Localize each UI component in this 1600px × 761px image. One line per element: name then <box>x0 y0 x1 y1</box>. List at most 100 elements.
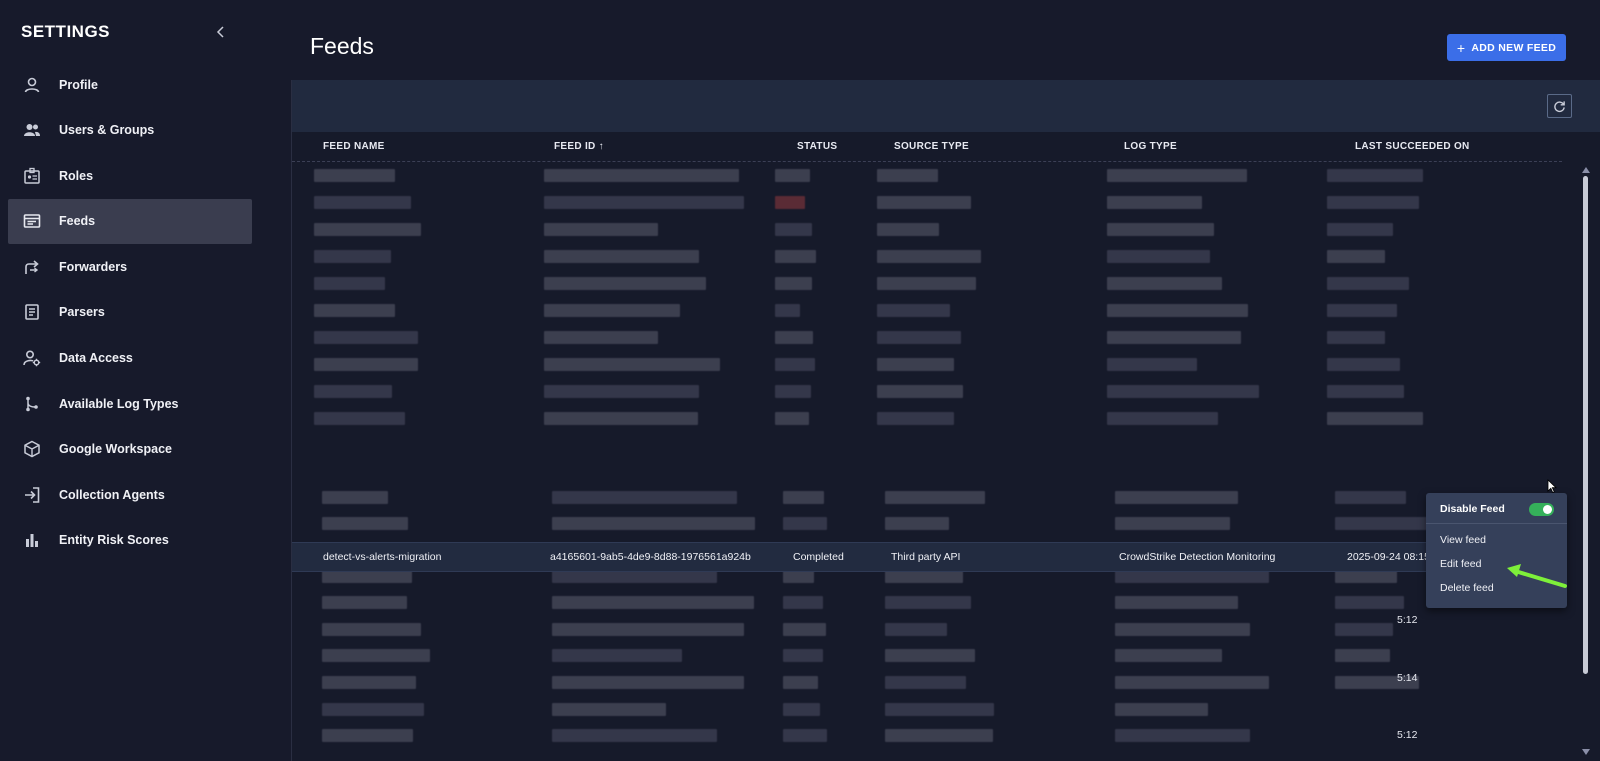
toggle-knob <box>1543 505 1552 514</box>
redacted-cell <box>1107 196 1202 209</box>
redacted-cell <box>552 623 744 636</box>
redacted-cell <box>1335 596 1404 609</box>
collapse-sidebar-button[interactable] <box>211 22 231 42</box>
sidebar-title: SETTINGS <box>21 22 111 41</box>
table-row[interactable] <box>292 722 1562 749</box>
redacted-cell <box>544 331 658 344</box>
sidebar-item-parsers[interactable]: Parsers <box>8 290 252 335</box>
sidebar-item-google-workspace[interactable]: Google Workspace <box>8 427 252 472</box>
table-row[interactable] <box>292 405 1562 432</box>
table-row[interactable] <box>292 324 1562 351</box>
sidebar-item-data-access[interactable]: Data Access <box>8 336 252 381</box>
redacted-cell <box>1115 676 1269 689</box>
row-actions-menu: Disable Feed View feed Edit feed Delete … <box>1426 493 1567 608</box>
column-header-status[interactable]: STATUS <box>797 141 837 152</box>
table-row[interactable] <box>292 189 1562 216</box>
sidebar-item-label: Parsers <box>59 305 105 320</box>
table-row[interactable] <box>292 616 1562 643</box>
redacted-cell <box>314 412 405 425</box>
table-row-selected[interactable]: detect-vs-alerts-migration a4165601-9ab5… <box>292 542 1567 572</box>
column-header-log-type[interactable]: LOG TYPE <box>1124 141 1177 152</box>
document-icon <box>22 302 42 322</box>
redacted-cell <box>1327 385 1404 398</box>
redacted-cell <box>885 623 947 636</box>
redacted-cell <box>775 304 800 317</box>
table-row[interactable] <box>292 696 1562 723</box>
refresh-button[interactable] <box>1547 94 1572 118</box>
redacted-cell <box>775 169 810 182</box>
cell-log-type: CrowdStrike Detection Monitoring <box>1119 551 1276 563</box>
sidebar-item-collection-agents[interactable]: Collection Agents <box>8 472 252 517</box>
sidebar-item-profile[interactable]: Profile <box>8 62 252 107</box>
table-row[interactable] <box>292 351 1562 378</box>
menu-item-view-feed[interactable]: View feed <box>1440 534 1486 546</box>
sidebar-item-feeds[interactable]: Feeds <box>8 198 252 244</box>
redacted-cell <box>1327 223 1393 236</box>
redacted-cell <box>775 223 812 236</box>
disable-feed-toggle[interactable] <box>1529 503 1554 516</box>
redacted-cell <box>544 385 699 398</box>
redacted-cell <box>1115 623 1250 636</box>
redacted-cell <box>877 331 961 344</box>
table-row[interactable] <box>292 378 1562 405</box>
column-header-last-succeeded-on[interactable]: LAST SUCCEEDED ON <box>1355 141 1470 152</box>
table-row[interactable] <box>292 216 1562 243</box>
redacted-cell <box>783 491 824 504</box>
sidebar-item-label: Available Log Types <box>59 396 179 411</box>
sidebar-item-roles[interactable]: Roles <box>8 153 252 198</box>
table-row[interactable] <box>292 162 1562 189</box>
forward-icon <box>22 257 42 277</box>
redacted-cell <box>1107 358 1197 371</box>
redacted-cell <box>314 358 418 371</box>
table-row[interactable] <box>292 297 1562 324</box>
cell-source-type: Third party API <box>891 551 961 563</box>
redacted-cell <box>783 729 827 742</box>
redacted-cell <box>783 703 820 716</box>
plus-icon: + <box>1456 39 1466 56</box>
branch-icon <box>22 394 42 414</box>
bar-chart-icon <box>22 530 42 550</box>
column-header-source-type[interactable]: SOURCE TYPE <box>894 141 969 152</box>
redacted-cell <box>1327 304 1397 317</box>
cell-status: Completed <box>793 551 844 563</box>
table-row[interactable] <box>292 510 1562 537</box>
sidebar-item-label: Users & Groups <box>59 123 155 138</box>
sidebar-item-users-groups[interactable]: Users & Groups <box>8 108 252 153</box>
table-row[interactable] <box>292 669 1562 696</box>
redacted-cell <box>885 703 994 716</box>
redacted-cell <box>775 196 805 209</box>
sidebar-item-forwarders[interactable]: Forwarders <box>8 244 252 289</box>
table-row[interactable] <box>292 642 1562 669</box>
redacted-cell <box>544 169 739 182</box>
table-row[interactable] <box>292 270 1562 297</box>
redacted-cell <box>877 196 971 209</box>
redacted-cell <box>783 649 823 662</box>
add-new-feed-button[interactable]: + ADD NEW FEED <box>1447 34 1566 61</box>
column-header-feed-name[interactable]: FEED NAME <box>323 141 385 152</box>
table-row[interactable] <box>292 484 1562 511</box>
redacted-cell <box>322 491 388 504</box>
redacted-cell <box>322 623 421 636</box>
redacted-cell <box>1107 304 1248 317</box>
redacted-cell <box>885 596 971 609</box>
column-header-feed-id[interactable]: FEED ID ↑ <box>554 141 604 152</box>
redacted-cell <box>1107 412 1218 425</box>
sidebar-item-entity-risk-scores[interactable]: Entity Risk Scores <box>8 518 252 563</box>
table-toolbar <box>292 80 1600 132</box>
redacted-cell <box>552 676 744 689</box>
table-row[interactable] <box>292 589 1562 616</box>
scroll-up-arrow-icon[interactable] <box>1582 166 1590 174</box>
cell-feed-id: a4165601-9ab5-4de9-8d88-1976561a924b <box>550 551 751 563</box>
menu-item-delete-feed[interactable]: Delete feed <box>1440 582 1494 594</box>
disable-feed-row[interactable]: Disable Feed <box>1426 493 1567 524</box>
redacted-cell <box>314 331 418 344</box>
scroll-down-arrow-icon[interactable] <box>1582 748 1590 756</box>
cell-partial-time: 5:12 <box>1397 614 1418 626</box>
table-scrollbar[interactable] <box>1582 166 1590 756</box>
sidebar-item-available-log-types[interactable]: Available Log Types <box>8 381 252 426</box>
scrollbar-thumb[interactable] <box>1583 176 1588 674</box>
table-row[interactable] <box>292 243 1562 270</box>
menu-item-edit-feed[interactable]: Edit feed <box>1440 558 1481 570</box>
redacted-cell <box>544 277 706 290</box>
redacted-cell <box>783 517 827 530</box>
